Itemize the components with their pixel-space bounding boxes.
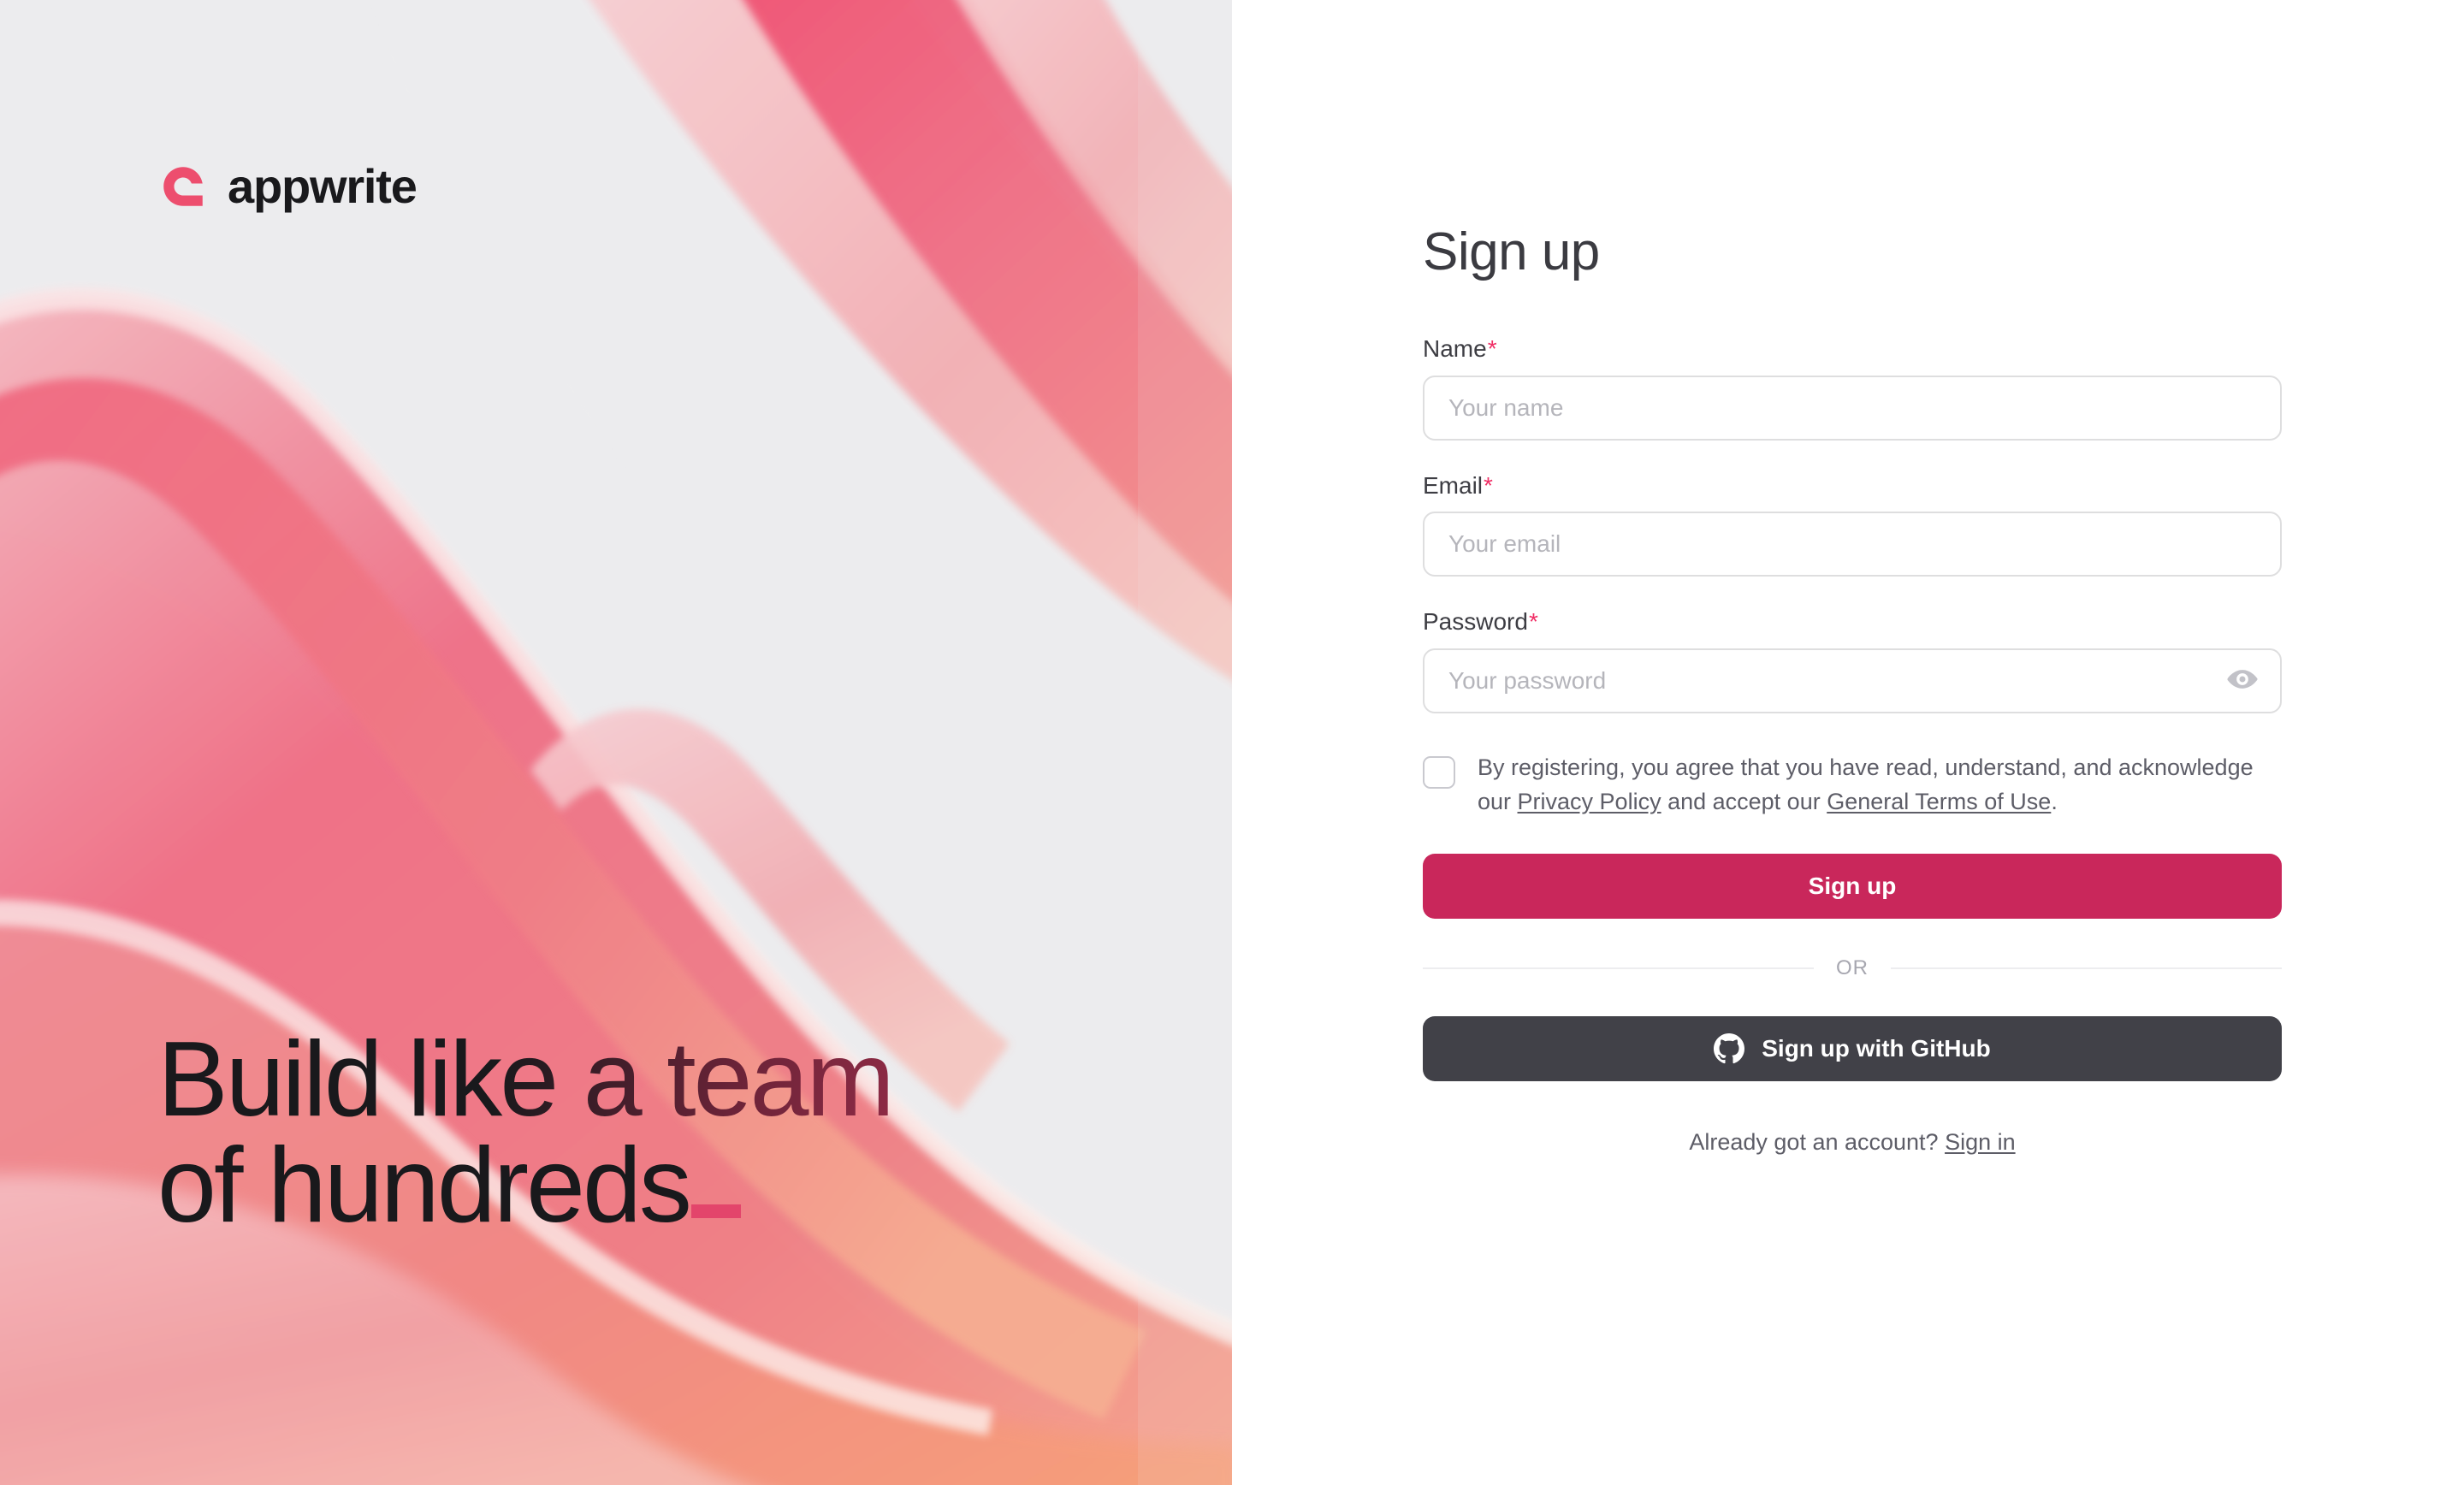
signup-page: appwrite Build like a team of hundreds S… [0, 0, 2464, 1485]
eye-icon [2225, 662, 2260, 699]
name-input[interactable] [1424, 376, 2280, 439]
signup-with-github-button[interactable]: Sign up with GitHub [1423, 1015, 2282, 1081]
email-field-group: Email* [1423, 471, 2282, 577]
name-label: Name* [1423, 334, 2282, 364]
divider-rule-left [1423, 967, 1814, 969]
signup-submit-button[interactable]: Sign up [1423, 853, 2282, 919]
password-input[interactable] [1424, 649, 2280, 712]
password-input-shell[interactable] [1423, 648, 2282, 713]
name-label-text: Name [1423, 335, 1487, 363]
password-required-mark: * [1528, 608, 1538, 636]
terms-agreement-row: By registering, you agree that you have … [1423, 751, 2282, 819]
email-input[interactable] [1424, 513, 2280, 576]
password-label: Password* [1423, 607, 2282, 636]
appwrite-wordmark: appwrite [228, 159, 418, 213]
privacy-policy-link[interactable]: Privacy Policy [1518, 789, 1661, 814]
toggle-password-visibility-button[interactable] [2224, 662, 2261, 700]
headline-line-1: Build like a team [157, 1021, 895, 1139]
divider-label: OR [1836, 955, 1869, 979]
decorative-ribbon-artwork [0, 0, 1232, 1485]
footnote-text: Already got an account? [1689, 1128, 1946, 1155]
email-required-mark: * [1484, 471, 1493, 499]
name-required-mark: * [1487, 335, 1497, 363]
headline-line-2: of hundreds [157, 1133, 892, 1239]
appwrite-logo[interactable]: appwrite [159, 159, 418, 213]
terms-text: By registering, you agree that you have … [1478, 751, 2282, 819]
terms-text-after: . [2051, 788, 2058, 814]
brand-panel: appwrite Build like a team of hundreds [0, 0, 1232, 1485]
github-button-label: Sign up with GitHub [1762, 1034, 1991, 1062]
general-terms-link[interactable]: General Terms of Use [1827, 789, 2051, 814]
name-input-shell[interactable] [1423, 375, 2282, 441]
terms-text-between: and accept our [1661, 788, 1827, 814]
email-input-shell[interactable] [1423, 512, 2282, 577]
headline-caret-icon [690, 1204, 741, 1218]
signin-footnote: Already got an account? Sign in [1423, 1129, 2282, 1156]
headline-line-2-text: of hundreds [157, 1127, 692, 1245]
email-label-text: Email [1423, 471, 1484, 499]
password-label-text: Password [1423, 608, 1528, 636]
appwrite-logo-icon [159, 163, 207, 210]
terms-checkbox[interactable] [1423, 755, 1455, 789]
signup-form-panel: Sign up Name* Email* Password* [1232, 0, 2464, 1485]
hero-headline: Build like a team of hundreds [157, 1021, 895, 1239]
divider-rule-right [1891, 967, 2282, 969]
github-icon [1714, 1032, 1745, 1064]
email-label: Email* [1423, 471, 2282, 500]
or-divider: OR [1423, 956, 2282, 980]
password-field-group: Password* [1423, 607, 2282, 713]
signup-form: Sign up Name* Email* Password* [1423, 224, 2282, 1156]
name-field-group: Name* [1423, 334, 2282, 441]
signin-link[interactable]: Sign in [1945, 1129, 2016, 1155]
page-title: Sign up [1423, 222, 1600, 281]
